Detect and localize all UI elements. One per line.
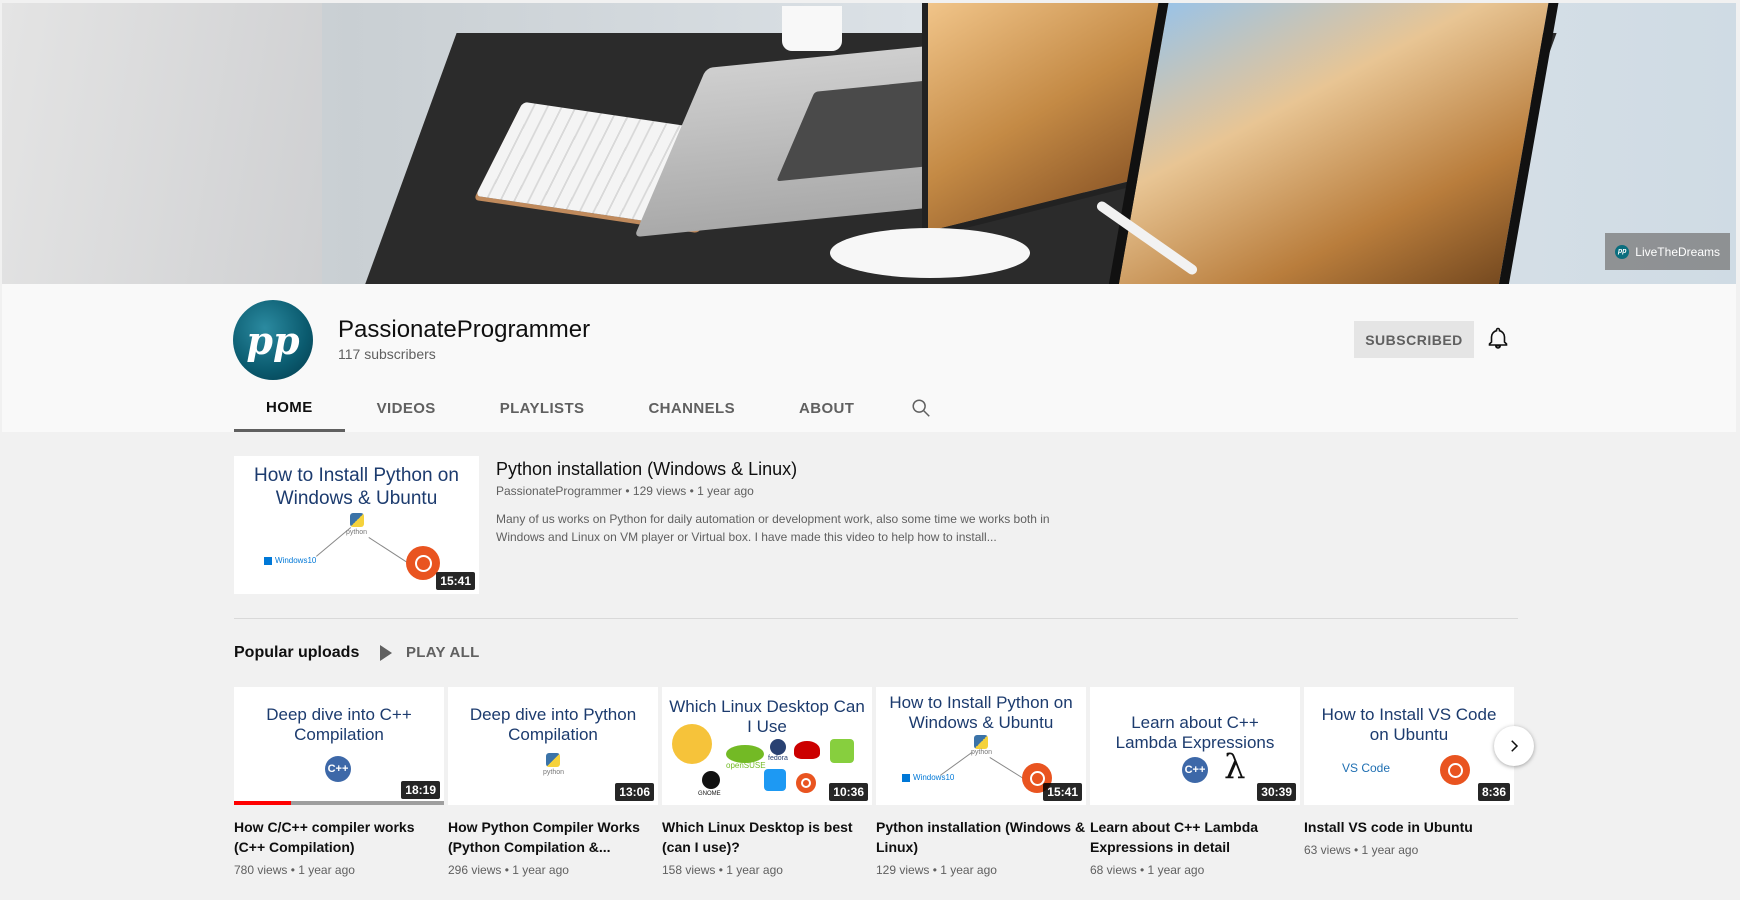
- cpp-logo-icon: C++: [1182, 757, 1208, 783]
- video-thumbnail[interactable]: Which Linux Desktop Can I Use openSUSE f…: [662, 687, 872, 805]
- python-logo-text: python: [346, 529, 368, 536]
- gnome-logo-text: GNOME: [698, 791, 721, 797]
- watch-progress-bar: [234, 801, 444, 805]
- video-thumbnail[interactable]: Deep dive into Python Compilation python…: [448, 687, 658, 805]
- video-title[interactable]: How Python Compiler Works (Python Compil…: [448, 817, 658, 857]
- video-duration: 18:19: [401, 781, 440, 799]
- video-row: Deep dive into C++ Compilation C++ 18:19…: [234, 687, 1514, 877]
- mint-logo-icon: [830, 739, 854, 763]
- banner-link-avatar: pp: [1615, 244, 1630, 259]
- channel-avatar[interactable]: pp: [233, 300, 313, 380]
- python-logo-text: python: [543, 769, 565, 776]
- video-meta: 158 views • 1 year ago: [662, 863, 783, 877]
- banner-mouse: [830, 228, 1030, 278]
- banner-link-label: LiveTheDreams: [1635, 244, 1720, 259]
- video-title[interactable]: How C/C++ compiler works (C++ Compilatio…: [234, 817, 444, 857]
- video-card[interactable]: Learn about C++ Lambda Expressions C++ λ…: [1090, 687, 1300, 877]
- video-meta: 63 views • 1 year ago: [1304, 843, 1419, 857]
- subscribed-button[interactable]: SUBSCRIBED: [1354, 321, 1474, 358]
- kde-logo-icon: [764, 769, 786, 791]
- video-duration: 10:36: [829, 783, 868, 801]
- video-meta: 296 views • 1 year ago: [448, 863, 569, 877]
- chevron-right-icon[interactable]: [1494, 726, 1534, 766]
- thinking-emoji-icon: [672, 724, 712, 764]
- subscriber-count: 117 subscribers: [338, 346, 436, 362]
- python-logo-icon: [350, 513, 364, 527]
- python-logo-icon: [974, 735, 988, 749]
- video-title[interactable]: Python installation (Windows & Linux): [876, 817, 1086, 857]
- tab-videos[interactable]: VIDEOS: [345, 386, 468, 430]
- thumb-title: Learn about C++ Lambda Expressions: [1115, 713, 1275, 752]
- tab-home[interactable]: HOME: [234, 386, 345, 432]
- connector-line: [368, 537, 407, 563]
- lambda-icon: λ: [1224, 747, 1246, 787]
- featured-video-title[interactable]: Python installation (Windows & Linux): [496, 459, 797, 480]
- connector-line: [316, 527, 352, 557]
- windows-logo-icon: Windows10: [264, 556, 316, 565]
- thumb-title: Deep dive into Python Compilation: [469, 705, 637, 744]
- video-duration: 13:06: [615, 783, 654, 801]
- thumb-title: How to Install VS Code on Ubuntu: [1321, 705, 1497, 744]
- windows-logo-icon: Windows10: [902, 773, 954, 782]
- channel-tabs: HOME VIDEOS PLAYLISTS CHANNELS ABOUT: [234, 386, 956, 432]
- featured-video-meta: PassionateProgrammer • 129 views • 1 yea…: [496, 484, 754, 498]
- opensuse-logo-text: openSUSE: [726, 761, 766, 770]
- video-card[interactable]: How to Install Python on Windows & Ubunt…: [876, 687, 1086, 877]
- video-card[interactable]: How to Install VS Code on Ubuntu VS Code…: [1304, 687, 1514, 877]
- tab-channels[interactable]: CHANNELS: [616, 386, 767, 430]
- gnome-logo-icon: [702, 771, 720, 789]
- video-title[interactable]: Learn about C++ Lambda Expressions in de…: [1090, 817, 1300, 857]
- play-all-button[interactable]: PLAY ALL: [380, 644, 480, 661]
- video-thumbnail[interactable]: How to Install Python on Windows & Ubunt…: [876, 687, 1086, 805]
- banner-chair: [2, 3, 322, 284]
- featured-video-description: Many of us works on Python for daily aut…: [496, 512, 1050, 544]
- thumb-title: Deep dive into C++ Compilation: [266, 705, 412, 744]
- ubuntu-logo-icon: [406, 546, 440, 580]
- video-card[interactable]: Deep dive into C++ Compilation C++ 18:19…: [234, 687, 444, 877]
- video-thumbnail[interactable]: Deep dive into C++ Compilation C++ 18:19: [234, 687, 444, 805]
- cpp-logo-icon: C++: [325, 756, 351, 782]
- ubuntu-logo-icon: [796, 773, 816, 793]
- python-logo-text: python: [971, 749, 993, 756]
- video-duration: 30:39: [1257, 783, 1296, 801]
- video-thumbnail[interactable]: Learn about C++ Lambda Expressions C++ λ…: [1090, 687, 1300, 805]
- fedora-logo-icon: [770, 739, 786, 755]
- video-duration: 15:41: [1043, 783, 1082, 801]
- search-icon[interactable]: [886, 386, 956, 430]
- video-card[interactable]: Deep dive into Python Compilation python…: [448, 687, 658, 877]
- python-logo-icon: [546, 753, 560, 767]
- featured-video-thumbnail[interactable]: How to Install Python on Windows & Ubunt…: [234, 456, 479, 594]
- channel-banner: pp LiveTheDreams: [2, 3, 1736, 284]
- vscode-logo-icon: VS Code: [1342, 761, 1391, 775]
- connector-line: [989, 757, 1024, 780]
- watch-progress-fill: [234, 801, 291, 805]
- shelf-title[interactable]: Popular uploads: [234, 644, 359, 662]
- video-thumbnail[interactable]: How to Install VS Code on Ubuntu VS Code…: [1304, 687, 1514, 805]
- redhat-logo-icon: [794, 741, 820, 759]
- video-meta: 780 views • 1 year ago: [234, 863, 355, 877]
- banner-tablet-screen: [1103, 3, 1561, 284]
- banner-link[interactable]: pp LiveTheDreams: [1605, 233, 1730, 270]
- fedora-logo-text: fedora: [768, 755, 788, 762]
- video-meta: 129 views • 1 year ago: [876, 863, 997, 877]
- tab-about[interactable]: ABOUT: [767, 386, 886, 430]
- tab-playlists[interactable]: PLAYLISTS: [468, 386, 617, 430]
- play-icon: [380, 644, 392, 661]
- video-card[interactable]: Which Linux Desktop Can I Use openSUSE f…: [662, 687, 872, 877]
- bell-icon[interactable]: [1486, 326, 1510, 350]
- ubuntu-logo-icon: [1440, 755, 1470, 785]
- video-title[interactable]: Which Linux Desktop is best (can I use)?: [662, 817, 872, 857]
- video-meta: 68 views • 1 year ago: [1090, 863, 1205, 877]
- video-duration: 8:36: [1477, 783, 1510, 801]
- video-title[interactable]: Install VS code in Ubuntu: [1304, 817, 1514, 837]
- channel-name: PassionateProgrammer: [338, 316, 591, 343]
- video-duration: 15:41: [436, 572, 475, 590]
- featured-thumb-title: How to Install Python on Windows & Ubunt…: [254, 465, 459, 509]
- section-divider: [234, 618, 1518, 619]
- banner-mug: [782, 6, 842, 51]
- thumb-title: How to Install Python on Windows & Ubunt…: [889, 693, 1073, 732]
- play-all-label: PLAY ALL: [406, 644, 480, 661]
